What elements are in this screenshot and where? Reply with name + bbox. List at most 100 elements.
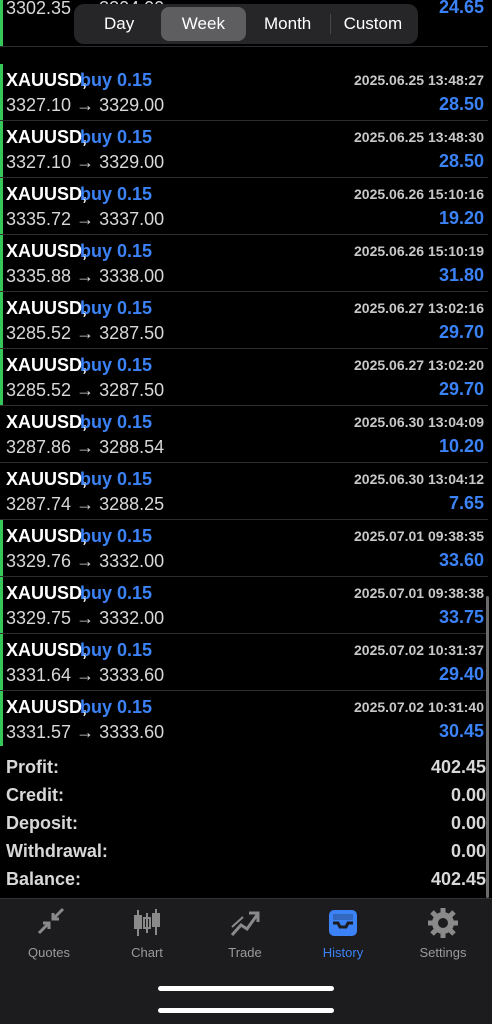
- table-row[interactable]: XAUUSD, buy 0.15 3331.64 → 3333.60 2025.…: [0, 634, 488, 691]
- tab-settings[interactable]: Settings: [394, 899, 492, 969]
- trade-profit: 19.20: [438, 208, 484, 228]
- trade-side: buy 0.15: [80, 526, 153, 546]
- trade-time: 2025.07.02 10:31:40: [354, 699, 484, 715]
- gear-icon: [428, 908, 458, 938]
- trade-side: buy 0.15: [80, 355, 153, 375]
- trade-symbol: XAUUSD,: [6, 184, 88, 204]
- summary-value: 402.45: [430, 869, 486, 889]
- trade-symbol: XAUUSD,: [6, 70, 88, 90]
- table-row[interactable]: XAUUSD, buy 0.15 3335.88 → 3338.00 2025.…: [0, 235, 488, 292]
- trade-profit: 33.60: [438, 550, 484, 570]
- trade-prices: 3287.74 → 3288.25: [6, 494, 165, 514]
- buy-indicator: [0, 121, 3, 177]
- table-row[interactable]: XAUUSD, buy 0.15 3331.57 → 3333.60 2025.…: [0, 691, 488, 746]
- trade-prices: 3327.10 → 3329.00: [6, 95, 165, 115]
- trade-profit: 29.40: [438, 664, 484, 684]
- account-summary: Profit: 402.45 Credit: 0.00 Deposit: 0.0…: [0, 754, 492, 894]
- buy-indicator: [0, 235, 3, 291]
- trade-prices: 3329.75 → 3332.00: [6, 608, 165, 628]
- summary-value: 0.00: [450, 785, 486, 805]
- buy-indicator: [0, 292, 3, 348]
- trade-history-list[interactable]: 3302.35 → 3304.00 24.65 XAUUSD, buy 0.15…: [0, 0, 492, 746]
- trade-symbol: XAUUSD,: [6, 241, 88, 261]
- table-row[interactable]: XAUUSD, buy 0.15 3327.10 → 3329.00 2025.…: [0, 64, 488, 121]
- trade-prices: 3335.88 → 3338.00: [6, 266, 165, 286]
- trade-symbol: XAUUSD,: [6, 412, 88, 432]
- table-row[interactable]: XAUUSD, buy 0.15 3329.76 → 3332.00 2025.…: [0, 520, 488, 577]
- trade-trend-icon: [230, 911, 260, 937]
- tab-quotes[interactable]: Quotes: [0, 899, 98, 969]
- trade-prices: 3331.64 → 3333.60: [6, 665, 165, 685]
- tab-chart[interactable]: Chart: [98, 899, 196, 969]
- table-row[interactable]: XAUUSD, buy 0.15 3287.74 → 3288.25 2025.…: [0, 463, 488, 520]
- tab-label: Trade: [228, 945, 262, 960]
- trade-symbol: XAUUSD,: [6, 526, 88, 546]
- bottom-tab-bar: Quotes Chart Trade History Settings: [0, 898, 492, 1024]
- tab-day[interactable]: Day: [77, 7, 161, 41]
- trade-prices: 3329.76 → 3332.00: [6, 551, 165, 571]
- table-row[interactable]: XAUUSD, buy 0.15 3287.86 → 3288.54 2025.…: [0, 406, 488, 463]
- trade-time: 2025.06.27 13:02:20: [354, 357, 484, 373]
- buy-indicator: [0, 577, 3, 633]
- table-row[interactable]: XAUUSD, buy 0.15 3329.75 → 3332.00 2025.…: [0, 577, 488, 634]
- summary-label: Profit:: [6, 757, 59, 777]
- trade-prices: 3285.52 → 3287.50: [6, 380, 165, 400]
- trade-profit: 7.65: [448, 493, 484, 513]
- trade-profit: 28.50: [438, 151, 484, 171]
- table-row[interactable]: XAUUSD, buy 0.15 3285.52 → 3287.50 2025.…: [0, 349, 488, 406]
- buy-indicator: [0, 0, 3, 46]
- buy-indicator: [0, 691, 3, 746]
- home-indicator[interactable]: [158, 986, 334, 991]
- trade-side: buy 0.15: [80, 241, 153, 261]
- period-filter: Day Week Month Custom: [74, 4, 418, 44]
- trade-prices: 3287.86 → 3288.54: [6, 437, 165, 457]
- trade-prices: 3331.57 → 3333.60: [6, 722, 165, 742]
- trade-prices: 3327.10 → 3329.00: [6, 152, 165, 172]
- trade-prices: 3335.72 → 3337.00: [6, 209, 165, 229]
- summary-profit: Profit: 402.45: [0, 754, 492, 782]
- tab-label: Chart: [131, 945, 163, 960]
- trade-side: buy 0.15: [80, 412, 153, 432]
- buy-indicator: [0, 634, 3, 690]
- trade-side: buy 0.15: [80, 127, 153, 147]
- trade-side: buy 0.15: [80, 697, 153, 717]
- trade-time: 2025.07.01 09:38:35: [354, 528, 484, 544]
- tab-custom[interactable]: Custom: [331, 7, 415, 41]
- trade-time: 2025.06.27 13:02:16: [354, 300, 484, 316]
- trade-profit: 28.50: [438, 94, 484, 114]
- trade-symbol: XAUUSD,: [6, 697, 88, 717]
- trade-profit: 30.45: [438, 721, 484, 741]
- tab-label: Settings: [419, 945, 467, 960]
- home-indicator[interactable]: [158, 1008, 334, 1013]
- tab-month[interactable]: Month: [246, 7, 330, 41]
- summary-deposit: Deposit: 0.00: [0, 810, 492, 838]
- table-row[interactable]: XAUUSD, buy 0.15 3335.72 → 3337.00 2025.…: [0, 178, 488, 235]
- tab-history[interactable]: History: [294, 899, 392, 969]
- trade-time: 2025.07.02 10:31:37: [354, 642, 484, 658]
- trade-side: buy 0.15: [80, 583, 153, 603]
- trade-side: buy 0.15: [80, 469, 153, 489]
- trade-profit: 29.70: [438, 379, 484, 399]
- trade-profit: 10.20: [438, 436, 484, 456]
- summary-value: 402.45: [430, 757, 486, 777]
- trade-time: 2025.06.26 15:10:19: [354, 243, 484, 259]
- trade-profit: 29.70: [438, 322, 484, 342]
- tab-trade[interactable]: Trade: [196, 899, 294, 969]
- trade-time: 2025.06.26 15:10:16: [354, 186, 484, 202]
- tab-week[interactable]: Week: [161, 7, 246, 41]
- table-row[interactable]: XAUUSD, buy 0.15 3285.52 → 3287.50 2025.…: [0, 292, 488, 349]
- trade-time: 2025.06.30 13:04:12: [354, 471, 484, 487]
- trade-symbol: XAUUSD,: [6, 469, 88, 489]
- buy-indicator: [0, 64, 3, 120]
- trade-side: buy 0.15: [80, 70, 153, 90]
- trade-side: buy 0.15: [80, 184, 153, 204]
- buy-indicator: [0, 178, 3, 234]
- summary-balance: Balance: 402.45: [0, 866, 492, 894]
- candlestick-chart-icon: [134, 909, 160, 936]
- trade-time: 2025.06.30 13:04:09: [354, 414, 484, 430]
- summary-withdrawal: Withdrawal: 0.00: [0, 838, 492, 866]
- tab-label: Quotes: [28, 945, 70, 960]
- trade-prices: 3285.52 → 3287.50: [6, 323, 165, 343]
- trade-symbol: XAUUSD,: [6, 127, 88, 147]
- table-row[interactable]: XAUUSD, buy 0.15 3327.10 → 3329.00 2025.…: [0, 121, 488, 178]
